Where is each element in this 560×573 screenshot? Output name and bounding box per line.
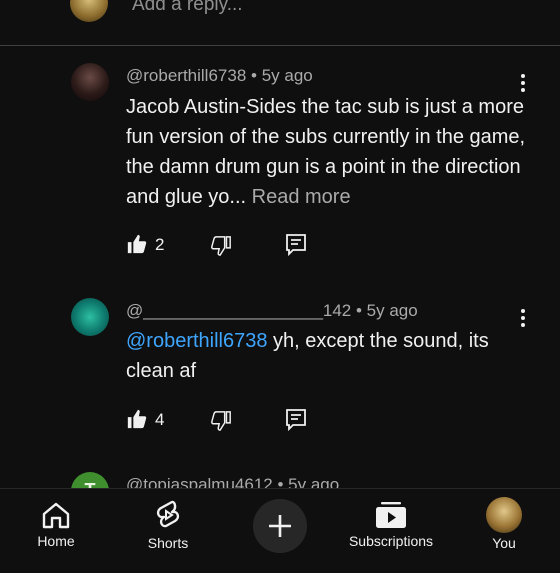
comment-author[interactable]: @___________________142 [126, 301, 351, 320]
more-options-icon[interactable] [520, 309, 526, 327]
subscriptions-icon [376, 502, 406, 528]
comment-time: • 5y ago [356, 301, 418, 320]
dislike-icon[interactable] [210, 235, 232, 257]
like-icon[interactable] [126, 408, 148, 430]
nav-subscriptions-label: Subscriptions [348, 533, 434, 549]
dislike-icon[interactable] [210, 410, 232, 432]
read-more-link[interactable]: Read more [252, 186, 351, 208]
comment-text: Jacob Austin-Sides the tac sub is just a… [126, 96, 526, 208]
comment-avatar[interactable] [71, 63, 109, 101]
shorts-icon [156, 500, 180, 528]
nav-subscriptions[interactable]: Subscriptions [341, 489, 441, 573]
nav-home-label: Home [37, 533, 75, 549]
like-count: 4 [155, 410, 165, 429]
avatar [486, 497, 522, 533]
comment-header: @roberthill6738 • 5y ago [126, 66, 313, 86]
comment-time: • 5y ago [251, 66, 313, 85]
home-icon [42, 502, 70, 529]
nav-shorts[interactable]: Shorts [136, 489, 200, 571]
nav-you[interactable]: You [482, 489, 526, 569]
nav-home[interactable]: Home [25, 489, 87, 573]
like-count: 2 [155, 235, 165, 254]
more-options-icon[interactable] [520, 74, 526, 92]
reply-icon[interactable] [285, 408, 307, 432]
reply-user-avatar [70, 0, 108, 22]
reply-icon[interactable] [285, 233, 307, 257]
create-plus-icon [253, 499, 307, 553]
comment-header: @___________________142 • 5y ago [126, 301, 418, 321]
comment-author[interactable]: @roberthill6738 [126, 66, 246, 85]
like-icon[interactable] [126, 233, 148, 255]
bottom-navigation: Home Shorts Subscriptions You [0, 488, 560, 561]
comment-avatar[interactable] [71, 298, 109, 336]
nav-shorts-label: Shorts [147, 535, 189, 551]
nav-you-label: You [492, 535, 516, 551]
comment-text: @roberthill6738 yh, except the sound, it… [126, 330, 489, 382]
nav-create[interactable] [253, 489, 307, 571]
reply-divider [0, 45, 560, 46]
mention-link[interactable]: @roberthill6738 [126, 330, 268, 352]
reply-input[interactable]: Add a reply... [132, 0, 243, 16]
